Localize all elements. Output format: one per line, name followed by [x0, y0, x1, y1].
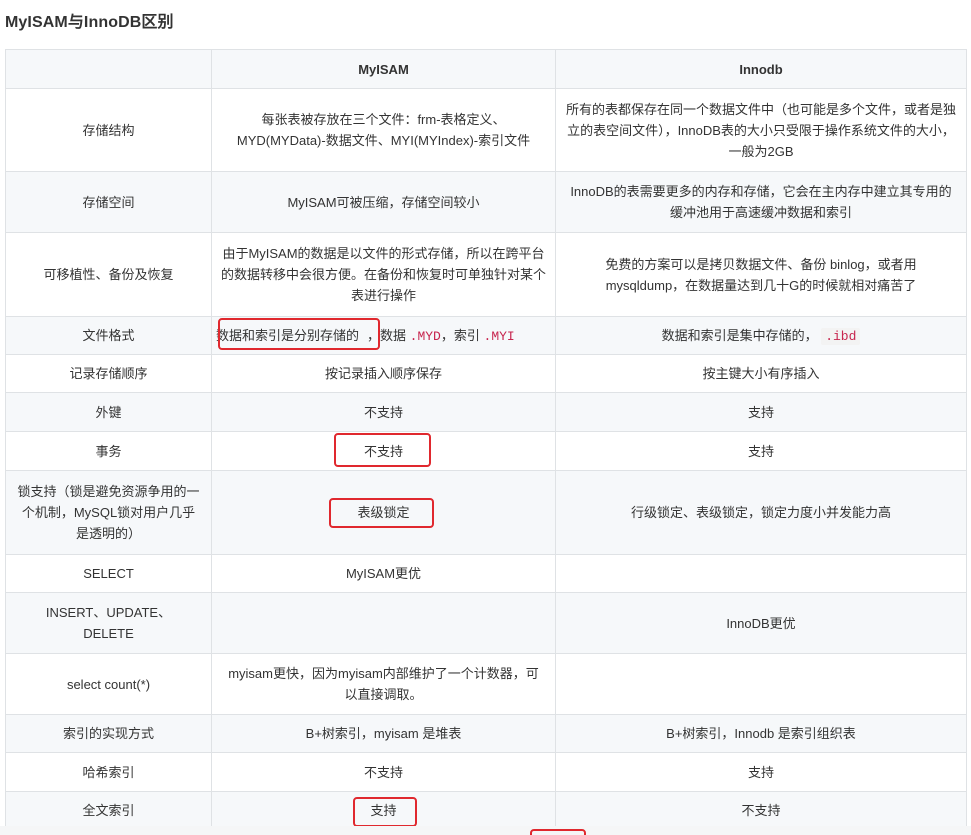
table-row: select count(*) myisam更快，因为myisam内部维护了一个… — [5, 653, 967, 715]
myisam-cell: 不支持 — [211, 752, 556, 792]
feature-cell: 记录存储顺序 — [5, 354, 212, 393]
myisam-cell: 每张表被存放在三个文件：frm-表格定义、MYD(MYData)-数据文件、MY… — [211, 88, 556, 172]
myd-code: .MYD — [409, 328, 441, 344]
innodb-cell — [555, 653, 967, 715]
table-row: 记录存储顺序 按记录插入顺序保存 按主键大小有序插入 — [5, 354, 967, 393]
feature-cell: select count(*) — [5, 653, 212, 715]
innodb-cell: 支持 — [555, 431, 967, 471]
table-row: 全文索引 支持 不支持 — [5, 791, 967, 830]
myisam-index-label: ，索引 — [440, 327, 480, 343]
page-footer-strip — [0, 826, 971, 835]
feature-cell: 可移植性、备份及恢复 — [5, 232, 212, 317]
page-title: MyISAM与InnoDB区别 — [5, 14, 174, 31]
myisam-cell: 支持 — [211, 791, 556, 830]
table-row: 哈希索引 不支持 支持 — [5, 752, 967, 792]
myisam-storage-text: 数据和索引是分别存储的 — [216, 327, 360, 343]
myisam-cell — [211, 592, 556, 654]
highlight-box-partial — [530, 829, 586, 835]
myisam-cell: 由于MyISAM的数据是以文件的形式存储，所以在跨平台的数据转移中会很方便。在备… — [211, 232, 556, 317]
feature-cell: 事务 — [5, 431, 212, 471]
header-innodb: Innodb — [555, 49, 967, 89]
myisam-cell: 不支持 — [211, 392, 556, 432]
feature-cell: 索引的实现方式 — [5, 714, 212, 753]
myisam-cell: 数据和索引是分别存储的 ，数据 .MYD，索引 .MYI — [211, 316, 556, 355]
innodb-cell: 数据和索引是集中存储的， .ibd — [555, 316, 967, 355]
comparison-table: MyISAM Innodb 存储结构 每张表被存放在三个文件：frm-表格定义、… — [5, 49, 967, 830]
myisam-data-label: ，数据 — [367, 327, 407, 343]
ibd-code: .ibd — [821, 327, 861, 345]
feature-cell: 锁支持（锁是避免资源争用的一个机制，MySQL锁对用户几乎是透明的） — [5, 470, 212, 555]
myisam-cell: MyISAM更优 — [211, 554, 556, 593]
feature-cell: 哈希索引 — [5, 752, 212, 792]
feature-cell: 存储空间 — [5, 171, 212, 233]
innodb-cell: InnoDB的表需要更多的内存和存储，它会在主内存中建立其专用的缓冲池用于高速缓… — [555, 171, 967, 233]
table-row: 可移植性、备份及恢复 由于MyISAM的数据是以文件的形式存储，所以在跨平台的数… — [5, 232, 967, 317]
feature-cell: 存储结构 — [5, 88, 212, 172]
myisam-cell: 按记录插入顺序保存 — [211, 354, 556, 393]
innodb-cell: 按主键大小有序插入 — [555, 354, 967, 393]
header-feature — [5, 49, 212, 89]
header-myisam: MyISAM — [211, 49, 556, 89]
innodb-cell: 所有的表都保存在同一个数据文件中（也可能是多个文件，或者是独立的表空间文件），I… — [555, 88, 967, 172]
table-row: 存储结构 每张表被存放在三个文件：frm-表格定义、MYD(MYData)-数据… — [5, 88, 967, 172]
innodb-cell: 支持 — [555, 392, 967, 432]
table-row: INSERT、UPDATE、DELETE InnoDB更优 — [5, 592, 967, 654]
table-row: 存储空间 MyISAM可被压缩，存储空间较小 InnoDB的表需要更多的内存和存… — [5, 171, 967, 233]
myisam-cell: myisam更快，因为myisam内部维护了一个计数器，可以直接调取。 — [211, 653, 556, 715]
innodb-cell: 免费的方案可以是拷贝数据文件、备份 binlog，或者用 mysqldump，在… — [555, 232, 967, 317]
innodb-storage-text: 数据和索引是集中存储的， — [661, 327, 818, 343]
myisam-cell: MyISAM可被压缩，存储空间较小 — [211, 171, 556, 233]
innodb-cell: 行级锁定、表级锁定，锁定力度小并发能力高 — [555, 470, 967, 555]
table-row: 锁支持（锁是避免资源争用的一个机制，MySQL锁对用户几乎是透明的） 表级锁定 … — [5, 470, 967, 555]
table-row: 文件格式 数据和索引是分别存储的 ，数据 .MYD，索引 .MYI 数据和索引是集… — [5, 316, 967, 355]
table-header-row: MyISAM Innodb — [5, 49, 967, 89]
myisam-cell: 表级锁定 — [211, 470, 556, 555]
myi-code: .MYI — [483, 328, 515, 344]
feature-cell: 文件格式 — [5, 316, 212, 355]
feature-cell: 外键 — [5, 392, 212, 432]
innodb-cell — [555, 554, 967, 593]
feature-cell: INSERT、UPDATE、DELETE — [5, 592, 212, 654]
myisam-cell: 不支持 — [211, 431, 556, 471]
innodb-cell: 支持 — [555, 752, 967, 792]
feature-cell: 全文索引 — [5, 791, 212, 830]
table-row: 事务 不支持 支持 — [5, 431, 967, 471]
feature-cell: SELECT — [5, 554, 212, 593]
myisam-cell: B+树索引，myisam 是堆表 — [211, 714, 556, 753]
table-row: 外键 不支持 支持 — [5, 392, 967, 432]
table-row: SELECT MyISAM更优 — [5, 554, 967, 593]
innodb-cell: InnoDB更优 — [555, 592, 967, 654]
innodb-cell: 不支持 — [555, 791, 967, 830]
table-row: 索引的实现方式 B+树索引，myisam 是堆表 B+树索引，Innodb 是索… — [5, 714, 967, 753]
innodb-cell: B+树索引，Innodb 是索引组织表 — [555, 714, 967, 753]
